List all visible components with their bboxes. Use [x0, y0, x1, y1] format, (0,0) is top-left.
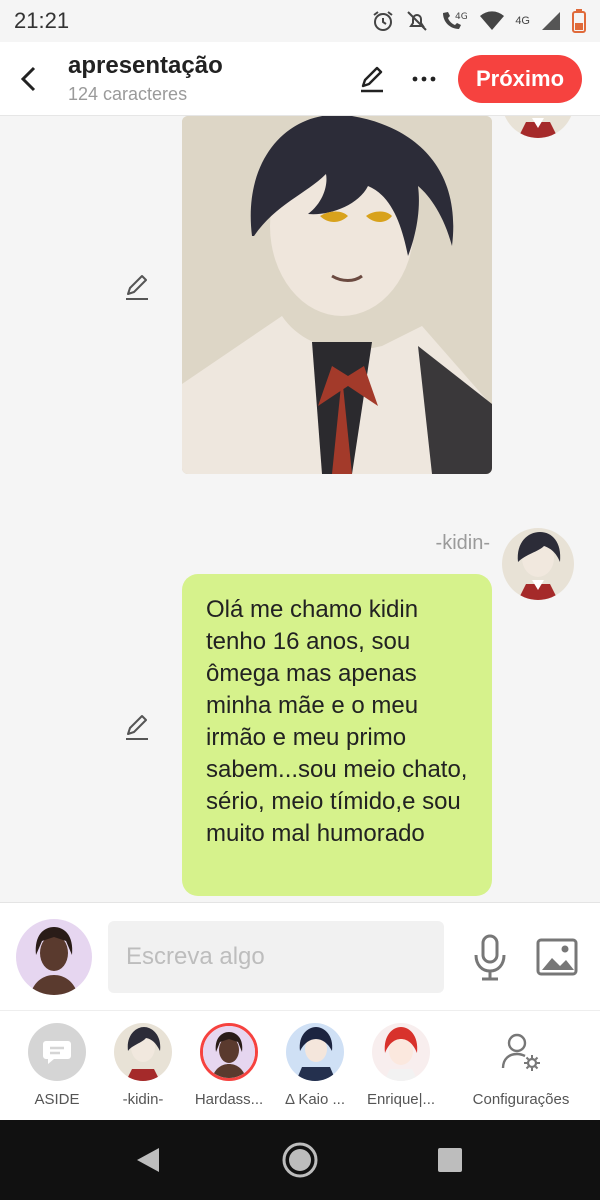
character-kidin[interactable]: -kidin-: [98, 1023, 188, 1108]
recents-square-icon: [438, 1148, 462, 1172]
call-4g-icon: 4G: [443, 12, 468, 29]
aside-chat-icon: [28, 1023, 86, 1081]
status-icons: 4G 4G: [371, 9, 586, 33]
avatar: [286, 1023, 344, 1081]
character-label: -kidin-: [122, 1091, 164, 1108]
avatar: [200, 1023, 258, 1081]
system-nav-bar: [0, 1120, 600, 1200]
character-aside[interactable]: ASIDE: [12, 1023, 102, 1108]
wifi-icon: [480, 11, 505, 30]
status-time: 21:21: [14, 8, 70, 33]
character-label: Δ Kaio ...: [284, 1091, 346, 1108]
avatar[interactable]: [502, 528, 574, 600]
chat-area[interactable]: -kidin- Olá me chamo kidin tenho 16 anos…: [0, 116, 600, 902]
home-circle-icon: [282, 1142, 318, 1178]
composer: [0, 902, 600, 1010]
message-bubble[interactable]: Olá me chamo kidin tenho 16 anos, sou ôm…: [182, 574, 492, 896]
microphone-icon: [474, 934, 506, 980]
status-bar: 21:21 4G 4G: [0, 0, 600, 42]
header: apresentação 124 caracteres Próximo: [0, 42, 600, 116]
back-button[interactable]: [2, 49, 54, 109]
pencil-icon: [126, 715, 148, 740]
system-recents-button[interactable]: [430, 1140, 470, 1180]
system-back-button[interactable]: [128, 1140, 168, 1180]
edit-button[interactable]: [354, 61, 390, 97]
image-button[interactable]: [534, 934, 580, 980]
character-hardass[interactable]: Hardass...: [184, 1023, 274, 1108]
character-label: Configurações: [472, 1091, 570, 1108]
settings-button[interactable]: Configurações: [473, 1023, 569, 1108]
edit-message-button[interactable]: [122, 712, 152, 742]
page-title: apresentação: [68, 52, 223, 79]
battery-icon: [572, 9, 586, 33]
microphone-button[interactable]: [470, 932, 510, 982]
pencil-icon: [126, 275, 148, 300]
image-icon: [536, 938, 578, 975]
edit-message-button[interactable]: [122, 272, 152, 302]
character-label: ASIDE: [34, 1091, 80, 1108]
avatar: [372, 1023, 430, 1081]
sender-name: -kidin-: [435, 532, 490, 554]
pencil-icon: [361, 66, 383, 92]
header-titles: apresentação 124 caracteres: [68, 52, 223, 105]
character-kaio[interactable]: Δ Kaio ...: [270, 1023, 360, 1108]
more-options-button[interactable]: [406, 61, 442, 97]
character-bar: ASIDE -kidin- Hardass... Δ Kaio ... Enri…: [0, 1010, 600, 1120]
svg-text:4G: 4G: [455, 12, 468, 22]
mute-icon: [407, 11, 428, 31]
system-home-button[interactable]: [280, 1140, 320, 1180]
user-settings-icon: [492, 1023, 550, 1081]
signal-icon: [542, 12, 560, 30]
character-image[interactable]: [182, 116, 492, 474]
next-button[interactable]: Próximo: [458, 54, 582, 103]
more-dots-icon: [412, 76, 436, 81]
back-triangle-icon: [137, 1148, 159, 1172]
back-arrow-icon: [20, 66, 36, 91]
avatar: [114, 1023, 172, 1081]
avatar[interactable]: [16, 918, 92, 995]
message-input[interactable]: [108, 920, 444, 993]
avatar[interactable]: [502, 116, 574, 138]
alarm-icon: [373, 11, 393, 31]
character-label: Hardass...: [194, 1091, 264, 1108]
character-label: Enrique|...: [366, 1091, 436, 1108]
header-actions: Próximo: [354, 54, 600, 103]
character-count: 124 caracteres: [68, 84, 188, 104]
network-label: 4G: [515, 15, 530, 27]
character-enrique[interactable]: Enrique|...: [356, 1023, 446, 1108]
